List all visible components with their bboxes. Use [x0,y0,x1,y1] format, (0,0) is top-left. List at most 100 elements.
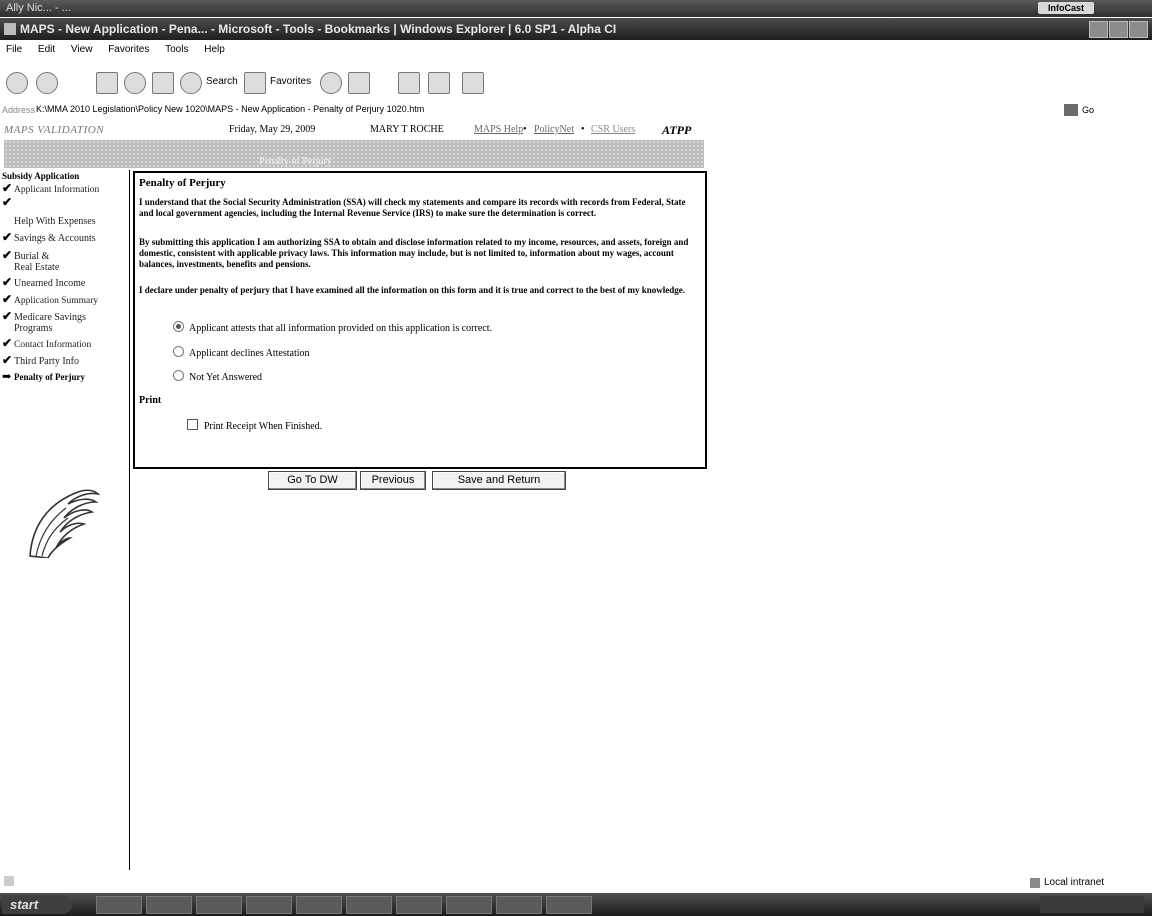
menu-tools[interactable]: Tools [165,44,188,55]
checkmark-icon: ✔ [2,230,13,244]
print-icon[interactable] [398,72,420,94]
address-bar: Address K:\MMA 2010 Legislation\Policy N… [0,104,1152,120]
start-button[interactable]: start [2,895,72,914]
radio-attests[interactable]: Applicant attests that all information p… [173,321,492,334]
menu-edit[interactable]: Edit [38,44,55,55]
eagle-logo-icon [29,489,100,558]
radio-not-yet-answered[interactable]: Not Yet Answered [173,370,262,383]
history-icon[interactable] [320,72,342,94]
window-title-bar: MAPS - New Application - Pena... - Micro… [0,18,1152,40]
go-button[interactable]: Go [1082,105,1094,115]
go-arrow-icon[interactable] [1064,104,1078,116]
ie-icon [4,23,16,35]
paragraph-ssa-check: I understand that the Social Security Ad… [139,197,686,218]
back-icon[interactable] [6,72,28,94]
mail-icon[interactable] [348,72,370,94]
discuss-icon[interactable] [462,72,484,94]
outer-title-bar: Ally Nic... - ... InfoCast [0,0,1152,17]
edit-icon[interactable] [428,72,450,94]
maps-help-link[interactable]: MAPS Help [474,124,523,135]
policynet-link[interactable]: PolicyNet [534,124,574,135]
menu-favorites[interactable]: Favorites [108,44,149,55]
taskbar-item[interactable] [446,896,492,914]
csr-users-link[interactable]: CSR Users [591,124,635,135]
taskbar-item[interactable] [396,896,442,914]
checkmark-icon: ✔ [2,195,13,209]
taskbar-item[interactable] [496,896,542,914]
taskbar-item[interactable] [296,896,342,914]
print-heading: Print [139,395,162,406]
maximize-button[interactable] [1109,21,1128,38]
checkmark-icon: ✔ [2,275,13,289]
menu-bar: File Edit View Favorites Tools Help [0,41,1152,59]
taskbar-item[interactable] [146,896,192,914]
taskbar-item[interactable] [346,896,392,914]
menu-view[interactable]: View [71,44,93,55]
system-name: MAPS VALIDATION [4,124,105,136]
sidebar-item-household[interactable]: ✔ [2,195,127,209]
checkmark-icon: ✔ [2,336,13,350]
intranet-icon [1030,878,1040,888]
taskbar-item[interactable] [546,896,592,914]
sidebar-item-help-with-expenses[interactable]: Help With Expenses [2,216,127,227]
sidebar-item-medicare-savings[interactable]: ✔ Medicare Savings Programs [2,310,127,334]
print-receipt-checkbox[interactable]: Print Receipt When Finished. [187,419,322,432]
checkmark-icon: ✔ [2,292,13,306]
forward-icon[interactable] [36,72,58,94]
radio-icon[interactable] [173,370,184,381]
sidebar-heading: Subsidy Application [2,171,80,181]
search-icon[interactable] [180,72,202,94]
search-label[interactable]: Search [206,76,238,87]
radio-icon[interactable] [173,346,184,357]
stop-icon[interactable] [96,72,118,94]
checkmark-icon: ✔ [2,248,13,262]
favorites-label[interactable]: Favorites [270,76,311,87]
radio-declines[interactable]: Applicant declines Attestation [173,346,310,359]
taskbar-item[interactable] [196,896,242,914]
close-button[interactable] [1129,21,1148,38]
security-zone: Local intranet [1044,877,1105,888]
sidebar-item-application-summary[interactable]: ✔ Application Summary [2,292,127,307]
sidebar-nav: Subsidy Application ✔ Applicant Informati… [2,170,130,870]
favorites-icon[interactable] [244,72,266,94]
taskbar-item[interactable] [246,896,292,914]
paragraph-authorization: By submitting this application I am auth… [139,237,689,269]
outer-title-text: Ally Nic... - ... [6,2,71,14]
menu-file[interactable]: File [6,44,22,55]
address-input[interactable]: K:\MMA 2010 Legislation\Policy New 1020\… [36,104,1036,118]
sidebar-item-savings-accounts[interactable]: ✔ Savings & Accounts [2,230,127,244]
menu-help[interactable]: Help [204,44,225,55]
header-user: MARY T ROCHE [370,124,444,135]
sidebar-item-contact-information[interactable]: ✔ Contact Information [2,336,127,351]
paragraph-declaration: I declare under penalty of perjury that … [139,285,685,295]
page-icon [4,876,14,886]
home-icon[interactable] [152,72,174,94]
address-label: Address [2,105,36,115]
refresh-icon[interactable] [124,72,146,94]
sidebar-item-unearned-income[interactable]: ✔ Unearned Income [2,275,127,289]
checkmark-icon: ✔ [2,353,13,367]
save-and-return-button[interactable]: Save and Return [432,471,566,490]
toolbar: Search Favorites [0,62,1152,102]
sidebar-item-burial-real-estate[interactable]: ✔ Burial & Real Estate [2,248,127,273]
checkbox-icon[interactable] [187,419,198,430]
app-header: MAPS VALIDATION Friday, May 29, 2009 MAR… [4,123,692,137]
taskbar: start [0,893,1152,916]
header-date: Friday, May 29, 2009 [229,124,316,135]
mode-label: ATPP [662,123,692,137]
checkmark-icon: ✔ [2,181,13,195]
sidebar-item-applicant-information[interactable]: ✔ Applicant Information [2,181,127,196]
status-bar: Local intranet [0,874,1152,892]
minimize-button[interactable] [1089,21,1108,38]
previous-button[interactable]: Previous [360,471,426,490]
window-title: MAPS - New Application - Pena... - Micro… [20,22,617,36]
panel-title: Penalty of Perjury [139,177,226,189]
radio-selected-icon[interactable] [173,321,184,332]
sidebar-item-third-party-info[interactable]: ✔ Third Party Info [2,353,127,367]
app-badge[interactable]: InfoCast [1038,2,1094,14]
header-band: Penalty of Perjury [4,140,704,168]
sidebar-item-penalty-of-perjury[interactable]: ➡ Penalty of Perjury [2,372,127,383]
go-to-dw-button[interactable]: Go To DW [268,471,357,490]
band-title: Penalty of Perjury [259,156,332,167]
taskbar-item[interactable] [96,896,142,914]
